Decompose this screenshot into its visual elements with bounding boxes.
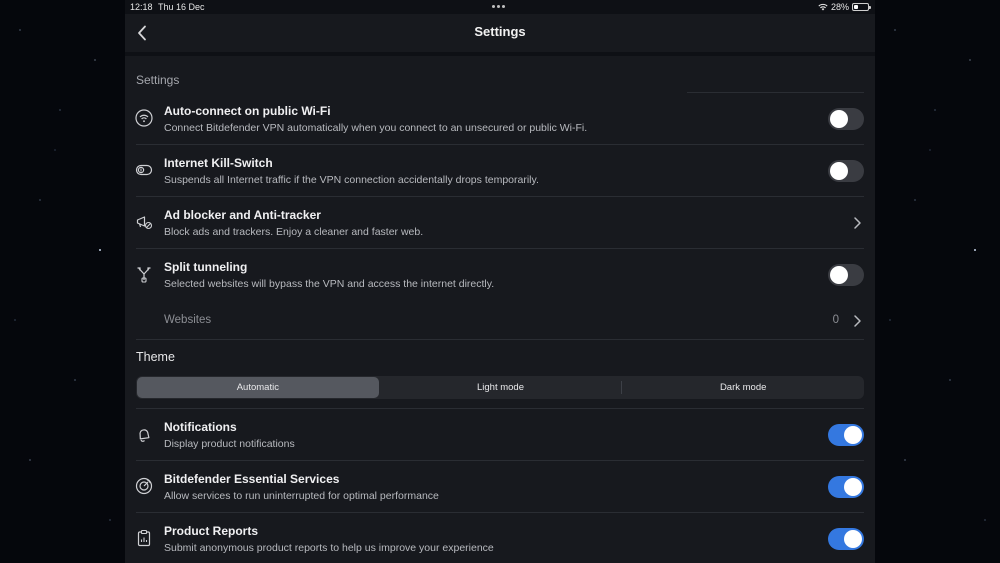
setting-description: Block ads and trackers. Enjoy a cleaner … (164, 226, 424, 238)
setting-description: Submit anonymous product reports to help… (164, 542, 494, 554)
setting-row-ad-blocker[interactable]: Ad blocker and Anti-tracker Block ads an… (125, 197, 875, 249)
split-tunneling-toggle[interactable] (828, 264, 864, 286)
clipboard-report-icon (135, 529, 153, 547)
chevron-right-icon (854, 217, 861, 229)
setting-row-auto-connect: Auto-connect on public Wi-Fi Connect Bit… (125, 93, 875, 145)
status-right: 28% (818, 2, 871, 12)
battery-icon (852, 3, 871, 11)
divider (136, 339, 864, 340)
megaphone-block-icon (135, 213, 153, 231)
settings-list: Settings Auto-connect on public Wi-Fi Co… (125, 56, 875, 563)
bell-icon (135, 425, 153, 443)
product-reports-toggle[interactable] (828, 528, 864, 550)
setting-title: Product Reports (164, 524, 259, 538)
battery-percent: 28% (830, 2, 849, 12)
status-bar: 12:18 Thu 16 Dec 28% (125, 0, 875, 14)
status-date: Thu 16 Dec (158, 2, 205, 12)
websites-label: Websites (164, 314, 212, 326)
starfield-background-left (0, 0, 125, 563)
setting-title: Auto-connect on public Wi-Fi (164, 104, 331, 118)
essential-services-toggle[interactable] (828, 476, 864, 498)
page-title: Settings (474, 24, 526, 39)
setting-title: Bitdefender Essential Services (164, 472, 340, 486)
section-header-settings: Settings (136, 73, 180, 87)
setting-row-kill-switch: Internet Kill-Switch Suspends all Intern… (125, 145, 875, 197)
split-icon (135, 265, 153, 283)
section-header-theme: Theme (136, 350, 175, 364)
setting-row-split-tunneling: Split tunneling Selected websites will b… (125, 249, 875, 301)
setting-title: Ad blocker and Anti-tracker (164, 208, 321, 222)
wifi-icon (135, 109, 153, 127)
navigation-bar: Settings (125, 14, 875, 52)
wifi-status-icon (818, 3, 828, 11)
theme-option-light-mode[interactable]: Light mode (380, 376, 622, 399)
starfield-background-right (875, 0, 1000, 563)
websites-row[interactable]: Websites 0 (125, 301, 875, 339)
status-time: 12:18 (130, 2, 153, 12)
tablet-screen: 12:18 Thu 16 Dec 28% Settings Settings A… (125, 0, 875, 563)
setting-row-product-reports: Product Reports Submit anonymous product… (125, 513, 875, 563)
setting-description: Suspends all Internet traffic if the VPN… (164, 174, 539, 186)
theme-option-automatic[interactable]: Automatic (137, 377, 379, 398)
kill-switch-toggle[interactable] (828, 160, 864, 182)
setting-description: Display product notifications (164, 438, 295, 450)
chevron-right-icon (854, 315, 861, 327)
multitasking-dots-icon[interactable] (492, 5, 505, 8)
theme-segmented-control: Automatic Light mode Dark mode (136, 376, 864, 399)
kill-switch-icon (135, 161, 153, 179)
setting-row-essential-services: Bitdefender Essential Services Allow ser… (125, 461, 875, 513)
auto-connect-toggle[interactable] (828, 108, 864, 130)
setting-description: Allow services to run uninterrupted for … (164, 490, 439, 502)
notifications-toggle[interactable] (828, 424, 864, 446)
setting-title: Notifications (164, 420, 237, 434)
setting-description: Connect Bitdefender VPN automatically wh… (164, 122, 588, 134)
bitdefender-services-icon (135, 477, 153, 495)
theme-option-dark-mode[interactable]: Dark mode (622, 376, 864, 399)
websites-count: 0 (832, 314, 839, 326)
setting-row-notifications: Notifications Display product notificati… (125, 409, 875, 461)
setting-description: Selected websites will bypass the VPN an… (164, 278, 495, 290)
setting-title: Internet Kill-Switch (164, 156, 273, 170)
setting-title: Split tunneling (164, 260, 248, 274)
